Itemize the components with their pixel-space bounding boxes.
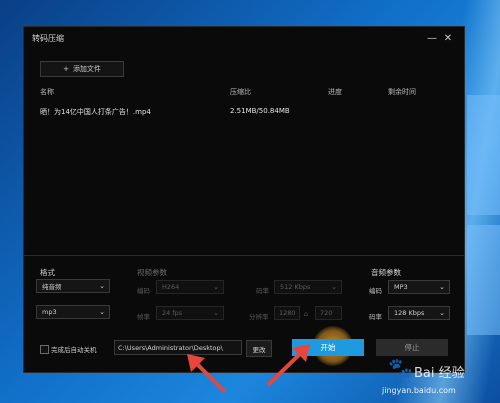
output-path-value: C:\Users\Administrator\Desktop\ [118, 343, 223, 352]
chevron-down-icon: ⌄ [213, 283, 219, 291]
video-fps-value: 24 fps [162, 309, 183, 317]
transcode-window: 转码压缩 — ✕ + 添加文件 名称 压缩比 进度 剩余时间 晒！为14亿中国人… [23, 26, 465, 373]
windows-logo-pane [467, 95, 500, 215]
chevron-down-icon: ⌄ [213, 309, 219, 317]
audio-params-label: 音频参数 [371, 268, 401, 277]
height-value: 720 [320, 309, 333, 317]
annotation-arrow-start [266, 344, 310, 387]
audio-bitrate-value: 128 Kbps [394, 309, 425, 317]
video-codec-label: 编码 [137, 287, 150, 295]
add-file-button[interactable]: + 添加文件 [40, 61, 124, 77]
title-bar[interactable]: 转码压缩 — ✕ [24, 27, 464, 49]
audio-bitrate-select[interactable]: 128 Kbps ⌄ [388, 306, 450, 320]
video-bitrate-select[interactable]: 512 Kbps ⌄ [274, 280, 342, 294]
lock-icon[interactable]: ⌂ [304, 310, 308, 318]
height-input[interactable]: 720 [315, 306, 342, 320]
chevron-down-icon: ⌄ [99, 308, 105, 316]
column-progress: 进度 [328, 88, 342, 96]
width-input[interactable]: 1280 [274, 306, 300, 320]
baidu-watermark: 🐾 Bai 经验 jingyan.baidu.com [380, 352, 500, 403]
format-type-value: 纯音频 [42, 283, 62, 291]
watermark-brand: Bai 经验 [414, 366, 465, 381]
video-fps-select[interactable]: 24 fps ⌄ [156, 306, 224, 320]
windows-logo-pane [467, 225, 500, 335]
video-bitrate-label: 码率 [256, 287, 269, 295]
chevron-down-icon: ⌄ [99, 282, 105, 290]
audio-bitrate-label: 码率 [369, 313, 382, 321]
resolution-label: 分辨率 [249, 313, 269, 321]
table-row[interactable]: 晒！为14亿中国人打条广告！.mp4 2.51MB/50.84MB [40, 107, 450, 119]
window-title: 转码压缩 [32, 33, 64, 43]
video-fps-label: 帧率 [137, 313, 150, 321]
watermark-url: jingyan.baidu.com [382, 386, 456, 395]
table-header: 名称 压缩比 进度 剩余时间 [40, 87, 450, 99]
column-remaining: 剩余时间 [388, 88, 416, 96]
start-label: 开始 [320, 343, 336, 352]
annotation-arrow-path [187, 354, 227, 394]
file-name: 晒！为14亿中国人打条广告！.mp4 [40, 108, 151, 116]
plus-icon: + [63, 65, 69, 73]
add-file-label: 添加文件 [72, 65, 101, 73]
audio-codec-value: MP3 [394, 283, 408, 291]
close-button[interactable]: ✕ [440, 33, 456, 44]
video-params-label: 视频参数 [137, 268, 167, 277]
paw-icon: 🐾 [388, 356, 413, 380]
width-value: 1280 [279, 309, 296, 317]
minimize-button[interactable]: — [424, 33, 440, 44]
auto-shutdown-label: 完成后自动关机 [51, 346, 97, 354]
video-codec-value: H264 [162, 283, 180, 291]
auto-shutdown-checkbox[interactable] [40, 345, 49, 354]
chevron-down-icon: ⌄ [331, 283, 337, 291]
format-container-value: mp3 [42, 308, 57, 316]
column-ratio: 压缩比 [230, 88, 251, 96]
video-codec-select[interactable]: H264 ⌄ [156, 280, 224, 294]
column-name: 名称 [40, 88, 54, 96]
video-bitrate-value: 512 Kbps [280, 283, 311, 291]
audio-codec-select[interactable]: MP3 ⌄ [388, 280, 450, 294]
divider [24, 255, 464, 256]
format-type-select[interactable]: 纯音频 ⌄ [36, 279, 110, 293]
chevron-down-icon: ⌄ [439, 283, 445, 291]
file-ratio: 2.51MB/50.84MB [230, 107, 290, 115]
format-label: 格式 [40, 268, 55, 277]
chevron-down-icon: ⌄ [439, 309, 445, 317]
audio-codec-label: 编码 [369, 287, 382, 295]
format-container-select[interactable]: mp3 ⌄ [36, 305, 110, 319]
